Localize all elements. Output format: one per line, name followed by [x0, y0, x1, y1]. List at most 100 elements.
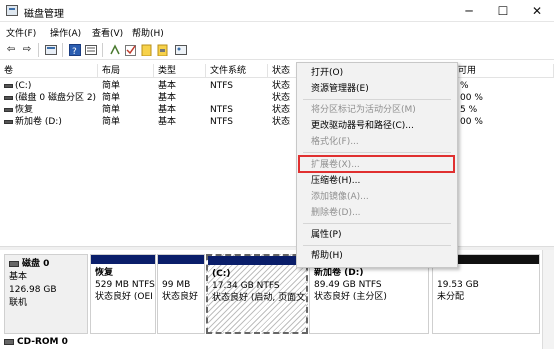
cdrom-name: CD-ROM 0 [17, 337, 68, 347]
console-icon[interactable] [44, 43, 58, 56]
free-cell: 00 % [460, 93, 483, 103]
properties-icon[interactable] [84, 43, 98, 56]
volume-name: (磁盘 0 磁盘分区 2) [15, 93, 97, 103]
status-cell: 状态 [272, 93, 291, 103]
menu-separator [303, 245, 451, 246]
partition-size: 17.34 GB NTFS [212, 281, 280, 291]
layout-cell: 简单 [102, 105, 121, 115]
table-row[interactable]: (磁盘 0 磁盘分区 2) 简单 基本 状态 00 % [0, 92, 554, 104]
check-icon[interactable] [124, 43, 138, 56]
svg-text:?: ? [72, 47, 77, 56]
column-volume[interactable]: 卷 [0, 64, 98, 78]
ctx-help[interactable]: 帮助(H) [297, 248, 457, 264]
ctx-add-mirror[interactable]: 添加镜像(A)... [297, 189, 457, 205]
free-cell: 00 % [460, 117, 483, 127]
forward-arrow-icon[interactable]: ⇨ [20, 43, 34, 56]
partition-recovery[interactable]: 恢复 529 MB NTFS 状态良好 (OEI [90, 254, 156, 334]
ctx-delete-volume[interactable]: 删除卷(D)... [297, 205, 457, 221]
ctx-change-drive-letter[interactable]: 更改驱动器号和路径(C)... [297, 118, 457, 134]
menu-view[interactable]: 查看(V) [92, 26, 123, 39]
partition-status: 状态良好 [162, 292, 199, 302]
partition-name: 新加卷 (D:) [314, 268, 364, 278]
disk-icon [9, 260, 19, 267]
table-row[interactable]: 新加卷 (D:) 简单 基本 NTFS 状态 00 % [0, 116, 554, 128]
disk-map: 磁盘 0 基本 126.98 GB 联机 恢复 529 MB NTFS 状态良好… [0, 250, 554, 349]
free-cell: % [460, 81, 469, 91]
disk-size: 126.98 GB [9, 285, 57, 295]
status-cell: 状态 [272, 81, 291, 91]
partition-name [162, 267, 200, 279]
layout-cell: 简单 [102, 117, 121, 127]
type-cell: 基本 [158, 81, 177, 91]
disk-name: 磁盘 0 [22, 259, 50, 269]
disk-management-icon [6, 5, 18, 16]
connect-icon[interactable] [108, 43, 122, 56]
partition-name [437, 267, 535, 279]
partition-bar [208, 256, 306, 265]
disk-0-info[interactable]: 磁盘 0 基本 126.98 GB 联机 [4, 254, 88, 334]
status-cell: 状态 [272, 117, 291, 127]
partition-name: (C:) [212, 269, 231, 279]
column-layout[interactable]: 布局 [98, 64, 154, 78]
title-bar: 磁盘管理 ─ ☐ ✕ [0, 0, 554, 22]
folder-icon[interactable] [140, 43, 154, 56]
ctx-open[interactable]: 打开(O) [297, 65, 457, 81]
partition-name: 恢复 [95, 268, 114, 278]
cdrom-0-info[interactable]: CD-ROM 0 [4, 336, 124, 349]
disk-type: 基本 [9, 272, 28, 282]
partition-efi[interactable]: 99 MB 状态良好 [157, 254, 205, 334]
menu-bar: 文件(F) 操作(A) 查看(V) 帮助(H) [0, 22, 554, 40]
volume-icon [4, 119, 13, 124]
partition-size: 19.53 GB [437, 280, 479, 290]
image-icon[interactable] [174, 43, 188, 56]
menu-separator [303, 99, 451, 100]
volume-name: 新加卷 (D:) [15, 117, 62, 127]
partition-size: 99 MB [162, 280, 191, 290]
column-free[interactable]: 可用 [454, 64, 554, 78]
disk-icon[interactable] [156, 43, 170, 56]
ctx-format[interactable]: 格式化(F)... [297, 134, 457, 150]
volume-cell: 恢复 [4, 104, 98, 116]
type-cell: 基本 [158, 93, 177, 103]
menu-file[interactable]: 文件(F) [6, 26, 36, 39]
volume-cell: (磁盘 0 磁盘分区 2) [4, 92, 98, 104]
minimize-button[interactable]: ─ [452, 0, 486, 22]
ctx-properties[interactable]: 属性(P) [297, 227, 457, 243]
volume-cell: (C:) [4, 80, 98, 92]
volume-icon [4, 95, 13, 100]
partition-c[interactable]: (C:) 17.34 GB NTFS 状态良好 (启动, 页面文件 [206, 254, 308, 334]
help-icon[interactable]: ? [68, 43, 82, 56]
close-button[interactable]: ✕ [520, 0, 554, 22]
partition-status: 状态良好 (OEI [95, 292, 153, 302]
column-filesystem[interactable]: 文件系统 [206, 64, 268, 78]
volume-icon [4, 107, 13, 112]
table-row[interactable]: (C:) 简单 基本 NTFS 状态 % [0, 80, 554, 92]
partition-status: 未分配 [437, 292, 465, 302]
disk-status: 联机 [9, 298, 28, 308]
volume-icon [4, 83, 13, 88]
column-type[interactable]: 类型 [154, 64, 206, 78]
ctx-explore[interactable]: 资源管理器(E) [297, 81, 457, 97]
back-arrow-icon[interactable]: ⇦ [4, 43, 18, 56]
partition-size: 529 MB NTFS [95, 280, 155, 290]
ctx-mark-active[interactable]: 将分区标记为活动分区(M) [297, 102, 457, 118]
menu-action[interactable]: 操作(A) [50, 26, 81, 39]
cdrom-icon [4, 338, 14, 345]
partition-status: 状态良好 (主分区) [314, 292, 387, 302]
toolbar-separator [38, 43, 39, 57]
table-row[interactable]: 恢复 简单 基本 NTFS 状态 5 % [0, 104, 554, 116]
toolbar: ⇦ ⇨ ? [0, 40, 554, 60]
menu-help[interactable]: 帮助(H) [132, 26, 164, 39]
volume-name: (C:) [15, 81, 32, 91]
layout-cell: 简单 [102, 81, 121, 91]
vertical-scrollbar[interactable] [542, 250, 554, 349]
maximize-button[interactable]: ☐ [486, 0, 520, 22]
ctx-shrink-volume[interactable]: 压缩卷(H)... [297, 173, 457, 189]
partition-bar [91, 255, 155, 264]
partition-status: 状态良好 (启动, 页面文件 [212, 293, 306, 303]
filesystem-cell: NTFS [210, 105, 233, 115]
window-title: 磁盘管理 [24, 9, 64, 20]
menu-separator [303, 223, 451, 224]
partition-bar [158, 255, 204, 264]
volume-list: 卷 布局 类型 文件系统 状态 可用 (C:) 简单 基本 NTFS 状态 % … [0, 64, 554, 246]
